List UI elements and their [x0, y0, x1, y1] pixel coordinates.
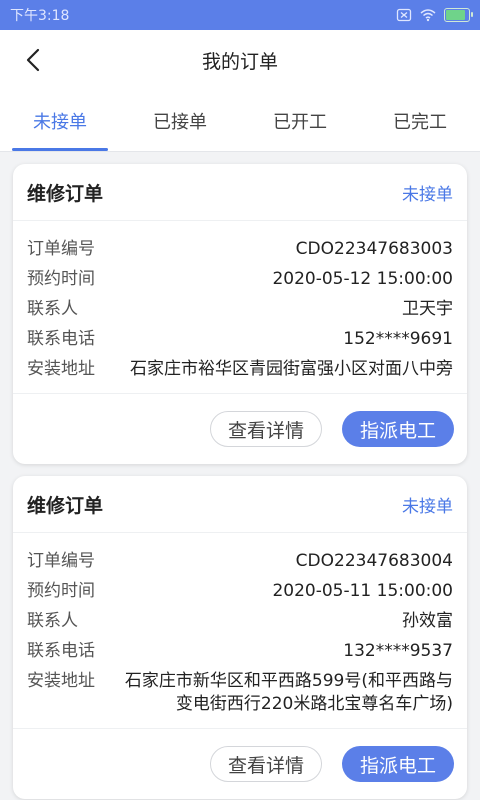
card-actions: 查看详情 指派电工	[13, 729, 467, 799]
card-actions: 查看详情 指派电工	[13, 394, 467, 464]
card-header: 维修订单 未接单	[13, 476, 467, 533]
order-status-tabs: 未接单 已接单 已开工 已完工	[0, 90, 480, 152]
appointment-time-row: 预约时间 2020-05-12 15:00:00	[27, 268, 453, 291]
address-label: 安装地址	[27, 671, 95, 691]
assign-electrician-button[interactable]: 指派电工	[342, 746, 454, 782]
phone-value: 132****9537	[343, 641, 453, 661]
order-number-row: 订单编号 CDO22347683004	[27, 550, 453, 573]
contact-value: 卫天宇	[402, 299, 453, 319]
tab-pending[interactable]: 未接单	[0, 90, 120, 151]
assign-electrician-button[interactable]: 指派电工	[342, 411, 454, 447]
chevron-left-icon	[26, 48, 40, 72]
wifi-icon	[420, 9, 436, 22]
order-type: 维修订单	[27, 494, 104, 517]
contact-row: 联系人 孙效富	[27, 610, 453, 633]
status-time: 下午3:18	[10, 8, 70, 24]
card-details: 订单编号 CDO22347683003 预约时间 2020-05-12 15:0…	[13, 221, 467, 394]
sim-off-icon	[396, 8, 412, 22]
appointment-time-value: 2020-05-11 15:00:00	[272, 581, 453, 601]
navigation-bar: 我的订单	[0, 30, 480, 90]
card-header: 维修订单 未接单	[13, 164, 467, 221]
order-number-label: 订单编号	[27, 551, 95, 571]
order-list: 维修订单 未接单 订单编号 CDO22347683003 预约时间 2020-0…	[0, 152, 480, 799]
contact-label: 联系人	[27, 299, 78, 319]
page-title: 我的订单	[201, 50, 278, 73]
phone-value: 152****9691	[343, 329, 453, 349]
tab-accepted[interactable]: 已接单	[120, 90, 240, 151]
order-status: 未接单	[402, 184, 453, 205]
order-number-value: CDO22347683003	[295, 239, 453, 259]
tab-started[interactable]: 已开工	[240, 90, 360, 151]
address-label: 安装地址	[27, 359, 95, 379]
address-value: 石家庄市新华区和平西路599号(和平西路与变电街西行220米路北宝尊名车广场)	[124, 671, 453, 714]
appointment-time-label: 预约时间	[27, 269, 95, 289]
status-icons	[396, 8, 473, 22]
order-status: 未接单	[402, 496, 453, 517]
appointment-time-label: 预约时间	[27, 581, 95, 601]
phone-row: 联系电话 152****9691	[27, 328, 453, 351]
order-number-row: 订单编号 CDO22347683003	[27, 238, 453, 261]
phone-row: 联系电话 132****9537	[27, 640, 453, 663]
view-details-button[interactable]: 查看详情	[210, 411, 322, 447]
contact-value: 孙效富	[402, 611, 453, 631]
battery-charging-icon	[444, 8, 473, 22]
phone-label: 联系电话	[27, 641, 95, 661]
contact-label: 联系人	[27, 611, 78, 631]
phone-label: 联系电话	[27, 329, 95, 349]
status-bar: 下午3:18	[0, 0, 480, 30]
address-value: 石家庄市裕华区青园街富强小区对面八中旁	[130, 359, 453, 379]
card-details: 订单编号 CDO22347683004 预约时间 2020-05-11 15:0…	[13, 533, 467, 729]
order-number-value: CDO22347683004	[295, 551, 453, 571]
contact-row: 联系人 卫天宇	[27, 298, 453, 321]
order-type: 维修订单	[27, 182, 104, 205]
order-card: 维修订单 未接单 订单编号 CDO22347683003 预约时间 2020-0…	[13, 164, 467, 464]
address-row: 安装地址 石家庄市裕华区青园街富强小区对面八中旁	[27, 358, 453, 381]
order-card: 维修订单 未接单 订单编号 CDO22347683004 预约时间 2020-0…	[13, 476, 467, 799]
tab-completed[interactable]: 已完工	[360, 90, 480, 151]
view-details-button[interactable]: 查看详情	[210, 746, 322, 782]
order-number-label: 订单编号	[27, 239, 95, 259]
appointment-time-value: 2020-05-12 15:00:00	[272, 269, 453, 289]
back-button[interactable]	[18, 45, 48, 75]
address-row: 安装地址 石家庄市新华区和平西路599号(和平西路与变电街西行220米路北宝尊名…	[27, 670, 453, 716]
appointment-time-row: 预约时间 2020-05-11 15:00:00	[27, 580, 453, 603]
